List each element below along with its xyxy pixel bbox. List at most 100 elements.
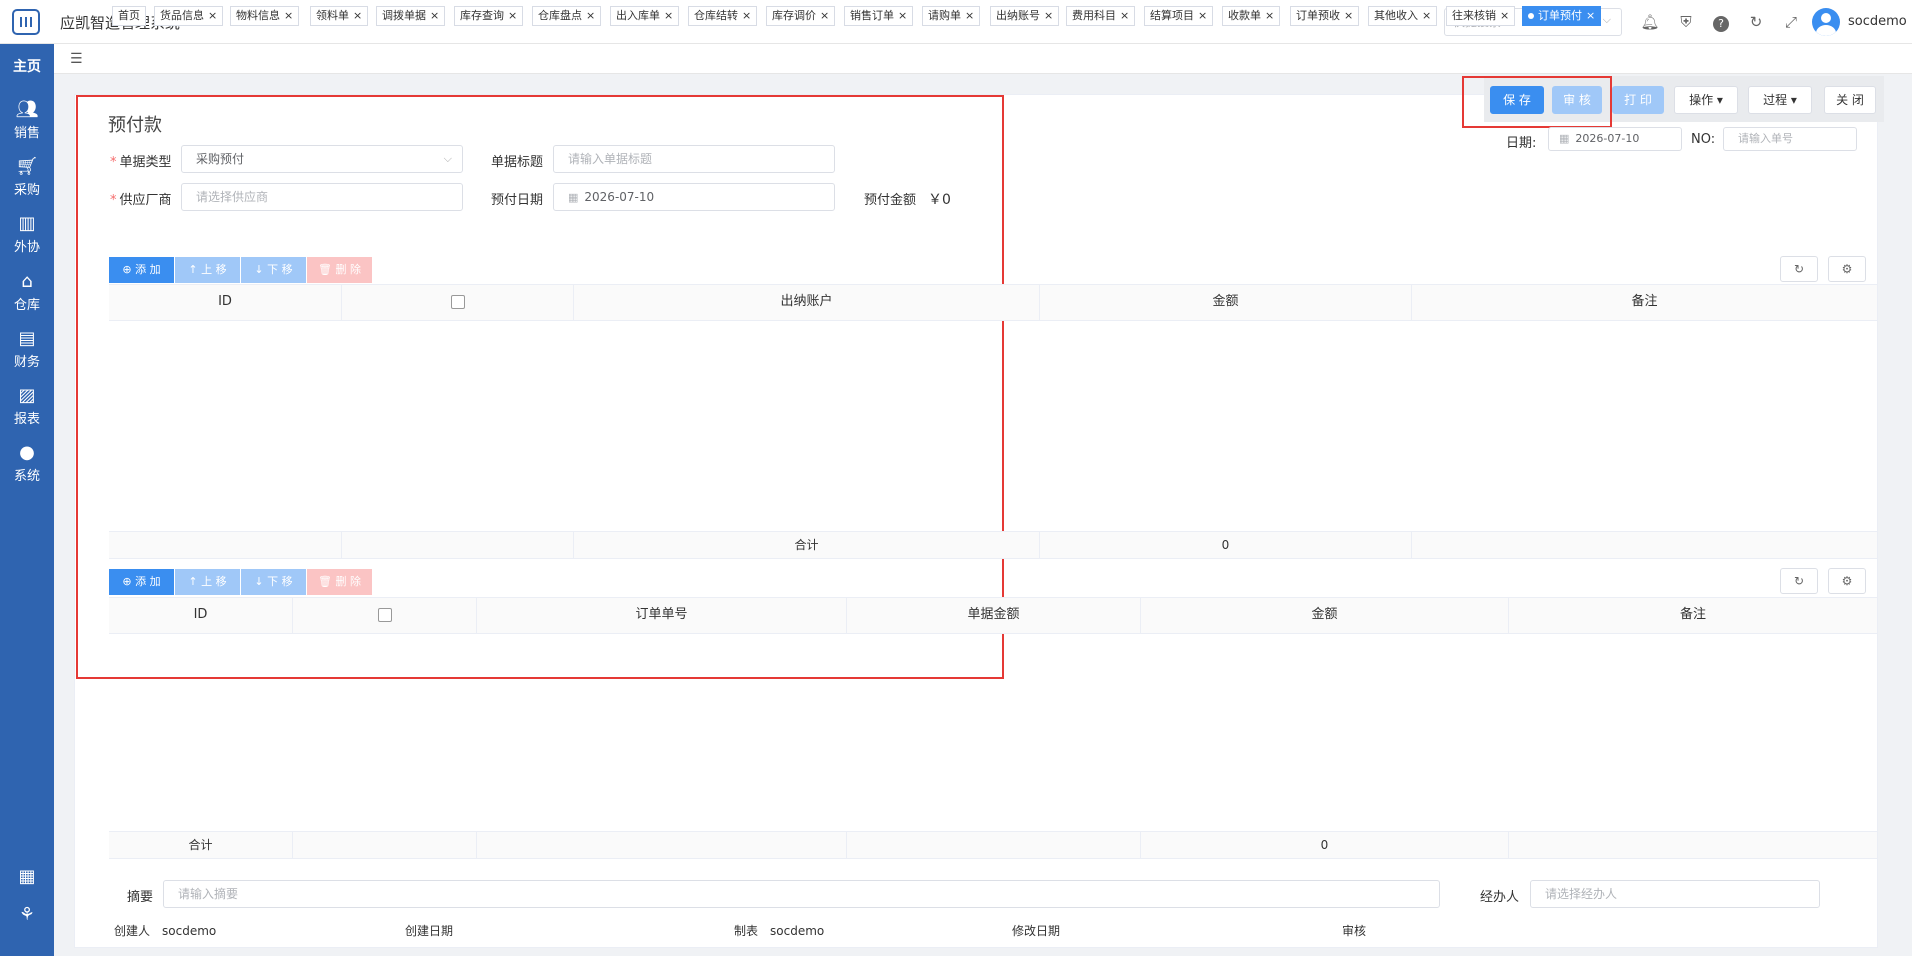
sidebar-item-purchase[interactable]: 🛒︎ 采购 <box>0 157 54 207</box>
select-all-checkbox[interactable] <box>293 598 477 633</box>
doc-no-input[interactable]: 请输入单号 <box>1723 127 1857 151</box>
no-label: NO: <box>1691 132 1716 147</box>
tab[interactable]: 库存查询 × <box>454 6 524 26</box>
close-icon: × <box>664 9 674 22</box>
tab[interactable]: 结算项目 × <box>1144 6 1214 26</box>
grid2-down-button[interactable]: ↓ 下 移 <box>241 569 306 595</box>
page-title: 预付款 <box>108 115 162 136</box>
shield-icon[interactable]: ⛨ <box>1676 12 1696 32</box>
sidebar-item-system[interactable]: ● 系统 <box>0 443 54 493</box>
created-date-info: 创建日期 <box>405 924 454 938</box>
column-amount: 金额 <box>1141 598 1509 633</box>
close-icon: × <box>965 9 975 22</box>
close-icon: × <box>742 9 752 22</box>
table-header: ID 订单单号 单据金额 金额 备注 <box>109 598 1877 634</box>
tab[interactable]: 请购单 × <box>922 6 981 26</box>
close-icon: × <box>508 9 518 22</box>
username[interactable]: socdemo <box>1848 14 1907 29</box>
tab[interactable]: 调拨单据 × <box>376 6 446 26</box>
close-icon: × <box>208 9 218 22</box>
tab[interactable]: 订单预收 × <box>1290 6 1360 26</box>
grid2-up-button[interactable]: ↑ 上 移 <box>175 569 240 595</box>
grid2-add-button[interactable]: ⊕ 添 加 <box>109 569 174 595</box>
column-amount: 金额 <box>1040 285 1412 320</box>
grid2-settings-icon[interactable]: ⚙ <box>1828 568 1866 594</box>
sidebar-item-home[interactable]: 主页 <box>0 56 54 76</box>
grid1-add-button[interactable]: ⊕ 添 加 <box>109 257 174 283</box>
operate-dropdown[interactable]: 操作 ▾ <box>1674 86 1738 114</box>
refresh-icon[interactable]: ↻ <box>1746 12 1766 32</box>
table-header: ID 出纳账户 金额 备注 <box>109 285 1877 321</box>
menu-toggle-icon[interactable]: ☰ <box>70 51 83 67</box>
sidebar-item-sales[interactable]: 👥︎ 销售 <box>0 100 54 150</box>
maker-info: 制表 socdemo <box>734 924 825 938</box>
column-doc-amount: 单据金额 <box>847 598 1141 633</box>
grid1-refresh-icon[interactable]: ↻ <box>1780 256 1818 282</box>
tab[interactable]: 出入库单 × <box>610 6 680 26</box>
apps-icon[interactable]: ▦ <box>15 866 39 890</box>
tab[interactable]: 销售订单 × <box>844 6 914 26</box>
close-icon: × <box>284 9 294 22</box>
help-icon[interactable]: ? <box>1711 12 1731 32</box>
close-icon: × <box>1500 9 1510 22</box>
tab-home[interactable]: 首页 <box>112 6 146 26</box>
grid1-delete-button[interactable]: 🗑︎ 删 除 <box>307 257 372 283</box>
caret-down-icon: ▾ <box>1790 93 1797 107</box>
summary-input[interactable]: 请输入摘要 <box>163 880 1440 908</box>
supplier-input[interactable]: 请选择供应商 <box>181 183 463 211</box>
creator-info: 创建人 socdemo <box>114 924 217 938</box>
tab[interactable]: 货品信息 × <box>154 6 224 26</box>
date-picker[interactable]: ▦ 2026-07-10 <box>1548 127 1682 151</box>
grid1-settings-icon[interactable]: ⚙ <box>1828 256 1866 282</box>
tab[interactable]: 收款单 × <box>1222 6 1281 26</box>
sidebar-item-warehouse[interactable]: ⌂ 仓库 <box>0 272 54 322</box>
table-footer: 合计 0 <box>109 531 1877 559</box>
bell-icon[interactable]: 🔔︎ <box>1640 12 1660 32</box>
order-table: ID 订单单号 单据金额 金额 备注 合计 0 <box>109 597 1877 863</box>
tab[interactable]: 库存调价 × <box>766 6 836 26</box>
tab-bar: ☰ <box>54 44 1912 74</box>
handler-label: 经办人 <box>1480 890 1520 905</box>
supplier-label: * 供应厂商 <box>110 193 172 208</box>
close-icon: × <box>1344 9 1354 22</box>
close-icon: × <box>1044 9 1054 22</box>
close-button[interactable]: 关 闭 <box>1824 86 1876 114</box>
fullscreen-icon[interactable]: ⤢ <box>1781 12 1801 32</box>
sidebar-item-finance[interactable]: ▤ 财务 <box>0 329 54 379</box>
avatar[interactable] <box>1812 8 1840 36</box>
process-dropdown[interactable]: 过程 ▾ <box>1748 86 1812 114</box>
footer-cell <box>847 832 1141 858</box>
outsource-icon: ▥ <box>18 213 36 234</box>
grid1-up-button[interactable]: ↑ 上 移 <box>175 257 240 283</box>
print-button[interactable]: 打 印 <box>1612 86 1664 114</box>
close-icon: × <box>1422 9 1432 22</box>
tab[interactable]: 其他收入 × <box>1368 6 1438 26</box>
tab[interactable]: 往来核销 × <box>1446 6 1516 26</box>
footer-cell <box>477 832 847 858</box>
table-footer: 合计 0 <box>109 831 1877 859</box>
doc-type-select[interactable]: 采购预付 ⌵ <box>181 145 463 173</box>
select-all-checkbox[interactable] <box>342 285 574 320</box>
close-icon: × <box>1586 9 1596 22</box>
close-icon: × <box>898 9 908 22</box>
pay-date-picker[interactable]: ▦ 2026-07-10 <box>553 183 835 211</box>
tab[interactable]: 仓库结转 × <box>688 6 758 26</box>
tab[interactable]: 费用科目 × <box>1066 6 1136 26</box>
grid1-down-button[interactable]: ↓ 下 移 <box>241 257 306 283</box>
close-icon: × <box>1120 9 1130 22</box>
doc-title-input[interactable]: 请输入单据标题 <box>553 145 835 173</box>
handler-input[interactable]: 请选择经办人 <box>1530 880 1820 908</box>
tab-active[interactable]: 订单预付 × <box>1522 6 1602 26</box>
tab[interactable]: 出纳账号 × <box>990 6 1060 26</box>
tab[interactable]: 仓库盘点 × <box>532 6 602 26</box>
sidebar-item-outsource[interactable]: ▥ 外协 <box>0 214 54 264</box>
tab[interactable]: 物料信息 × <box>230 6 300 26</box>
sidebar-item-report[interactable]: ▨ 报表 <box>0 386 54 436</box>
caret-down-icon: ▾ <box>1716 93 1723 107</box>
highlight-box <box>1462 76 1612 128</box>
tab[interactable]: 领料单 × <box>310 6 369 26</box>
org-icon[interactable]: ⚘ <box>15 904 39 928</box>
grid2-delete-button[interactable]: 🗑︎ 删 除 <box>307 569 372 595</box>
grid2-refresh-icon[interactable]: ↻ <box>1780 568 1818 594</box>
footer-amount-total: 0 <box>1040 532 1412 558</box>
